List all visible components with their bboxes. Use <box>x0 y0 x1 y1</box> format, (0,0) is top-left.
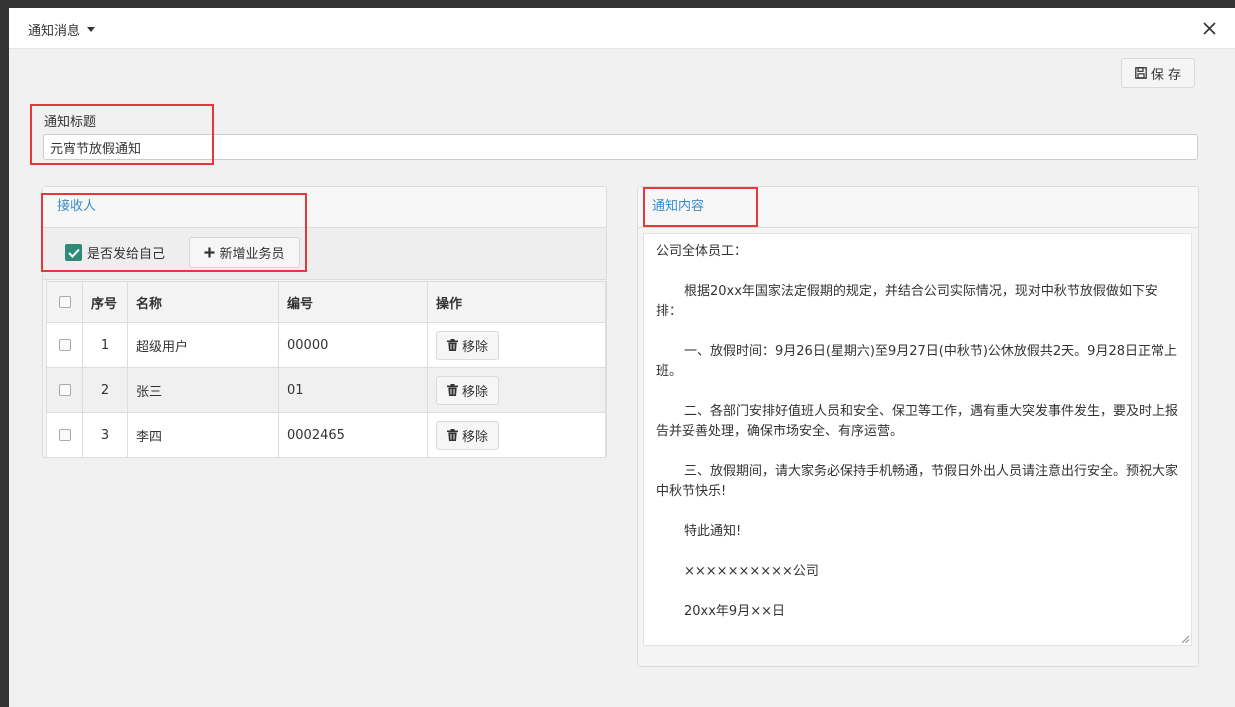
notice-title-label: 通知标题 <box>44 115 97 130</box>
content-panel-title: 通知内容 <box>638 187 1198 228</box>
row-checkbox[interactable] <box>58 384 71 396</box>
row-code: 0002465 <box>278 412 428 458</box>
content-paragraph: 二、各部门安排好值班人员和安全、保卫等工作，遇有重大突发事件发生，要及时上报告并… <box>656 404 1179 439</box>
row-action-cell: 移除 <box>427 367 606 413</box>
add-salesperson-button[interactable]: 新增业务员 <box>189 237 300 268</box>
notice-modal: 通知消息 保 存 通知标题 接收人 是否发给自己 <box>9 8 1235 707</box>
recipients-panel: 接收人 是否发给自己 新增业务员 序号 名称 编号 操作 1 超级用户 0000… <box>42 186 607 458</box>
row-code: 01 <box>278 367 428 413</box>
save-icon <box>1135 67 1147 79</box>
resize-handle-icon[interactable] <box>1181 635 1189 643</box>
content-panel: 通知内容 公司全体员工： 根据20xx年国家法定假期的规定，并结合公司实际情况，… <box>637 186 1199 667</box>
remove-button[interactable]: 移除 <box>436 330 500 360</box>
window-left-edge <box>0 0 9 707</box>
caret-down-icon <box>87 27 96 32</box>
checkbox-checked-icon <box>65 244 82 261</box>
notice-content-textarea[interactable]: 公司全体员工： 根据20xx年国家法定假期的规定，并结合公司实际情况，现对中秋节… <box>643 233 1192 646</box>
row-name: 李四 <box>127 412 279 458</box>
window-top-edge <box>0 0 1235 8</box>
save-button[interactable]: 保 存 <box>1121 58 1195 88</box>
content-paragraph: 根据20xx年国家法定假期的规定，并结合公司实际情况，现对中秋节放假做如下安排： <box>656 284 1158 319</box>
recipients-toolbar: 是否发给自己 新增业务员 <box>43 228 606 280</box>
plus-icon <box>204 247 215 258</box>
table-row: 3 李四 0002465 移除 <box>46 412 606 458</box>
select-all-cell <box>46 281 83 323</box>
modal-title-dropdown[interactable]: 通知消息 <box>28 20 96 39</box>
col-header-code: 编号 <box>278 281 428 323</box>
recipients-table: 序号 名称 编号 操作 1 超级用户 00000 移除 2 张三 01 移除 3… <box>46 281 606 458</box>
save-button-label: 保 存 <box>1150 67 1182 83</box>
table-row: 1 超级用户 00000 移除 <box>46 322 606 368</box>
content-paragraph: 20xx年9月××日 <box>684 604 785 619</box>
row-select-cell <box>46 322 83 368</box>
row-checkbox[interactable] <box>58 429 71 441</box>
content-paragraph: 公司全体员工： <box>656 244 748 259</box>
col-header-index: 序号 <box>82 281 128 323</box>
row-select-cell <box>46 367 83 413</box>
row-select-cell <box>46 412 83 458</box>
row-index: 2 <box>82 367 128 413</box>
col-header-name: 名称 <box>127 281 279 323</box>
row-checkbox[interactable] <box>58 339 71 351</box>
trash-icon <box>447 339 458 351</box>
content-paragraph: 三、放假期间，请大家务必保持手机畅通，节假日外出人员请注意出行安全。预祝大家中秋… <box>656 464 1179 499</box>
select-all-checkbox[interactable] <box>58 296 71 308</box>
remove-button[interactable]: 移除 <box>436 420 500 450</box>
table-row: 2 张三 01 移除 <box>46 367 606 413</box>
row-code: 00000 <box>278 322 428 368</box>
content-paragraph: ××××××××××公司 <box>684 564 819 579</box>
send-self-label: 是否发给自己 <box>87 247 166 262</box>
row-index: 3 <box>82 412 128 458</box>
row-index: 1 <box>82 322 128 368</box>
send-self-checkbox[interactable]: 是否发给自己 <box>65 243 165 262</box>
trash-icon <box>447 384 458 396</box>
trash-icon <box>447 429 458 441</box>
notice-title-input[interactable] <box>43 134 1198 160</box>
modal-title-text: 通知消息 <box>28 24 81 39</box>
recipients-panel-title: 接收人 <box>43 187 606 228</box>
col-header-action: 操作 <box>427 281 606 323</box>
row-action-cell: 移除 <box>427 412 606 458</box>
add-salesperson-label: 新增业务员 <box>219 247 285 262</box>
table-header-row: 序号 名称 编号 操作 <box>46 281 606 323</box>
row-name: 超级用户 <box>127 322 279 368</box>
modal-header: 通知消息 <box>9 8 1235 49</box>
remove-label: 移除 <box>462 384 489 400</box>
remove-button[interactable]: 移除 <box>436 375 500 405</box>
remove-label: 移除 <box>462 339 489 355</box>
content-paragraph: 特此通知! <box>684 524 742 539</box>
close-icon <box>1202 21 1216 35</box>
remove-label: 移除 <box>462 429 489 445</box>
row-name: 张三 <box>127 367 279 413</box>
close-button[interactable] <box>1199 18 1219 38</box>
row-action-cell: 移除 <box>427 322 606 368</box>
content-paragraph: 一、放假时间：9月26日(星期六)至9月27日(中秋节)公休放假共2天。9月28… <box>656 344 1177 379</box>
